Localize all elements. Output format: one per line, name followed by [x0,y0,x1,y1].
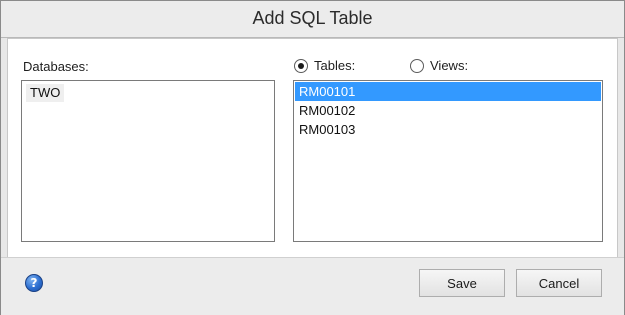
title-bar[interactable]: Add SQL Table [1,1,624,38]
table-item-rm00102[interactable]: RM00102 [295,101,601,120]
views-radio-label[interactable]: Views: [430,58,468,73]
dialog-footer: ? Save Cancel [1,257,624,315]
database-item-two[interactable]: TWO [26,84,65,102]
dialog-content: Databases: TWO Tables: Views: RM00101 RM… [7,38,618,258]
databases-listbox[interactable]: TWO [21,80,275,242]
tables-radio[interactable]: Tables: [294,58,384,76]
table-item-rm00103[interactable]: RM00103 [295,120,601,139]
save-button[interactable]: Save [419,269,505,297]
views-radio-button[interactable] [410,59,424,73]
table-item-rm00101[interactable]: RM00101 [295,82,601,101]
databases-label: Databases: [23,59,89,74]
tables-radio-label[interactable]: Tables: [314,58,355,73]
tables-radio-button[interactable] [294,59,308,73]
help-icon[interactable]: ? [25,274,43,292]
views-radio[interactable]: Views: [410,58,500,76]
radio-selected-dot [298,63,304,69]
tables-listbox[interactable]: RM00101 RM00102 RM00103 [293,80,603,242]
window-title: Add SQL Table [252,8,373,28]
cancel-button[interactable]: Cancel [516,269,602,297]
add-sql-table-dialog: Add SQL Table Databases: TWO Tables: Vie… [0,0,625,315]
